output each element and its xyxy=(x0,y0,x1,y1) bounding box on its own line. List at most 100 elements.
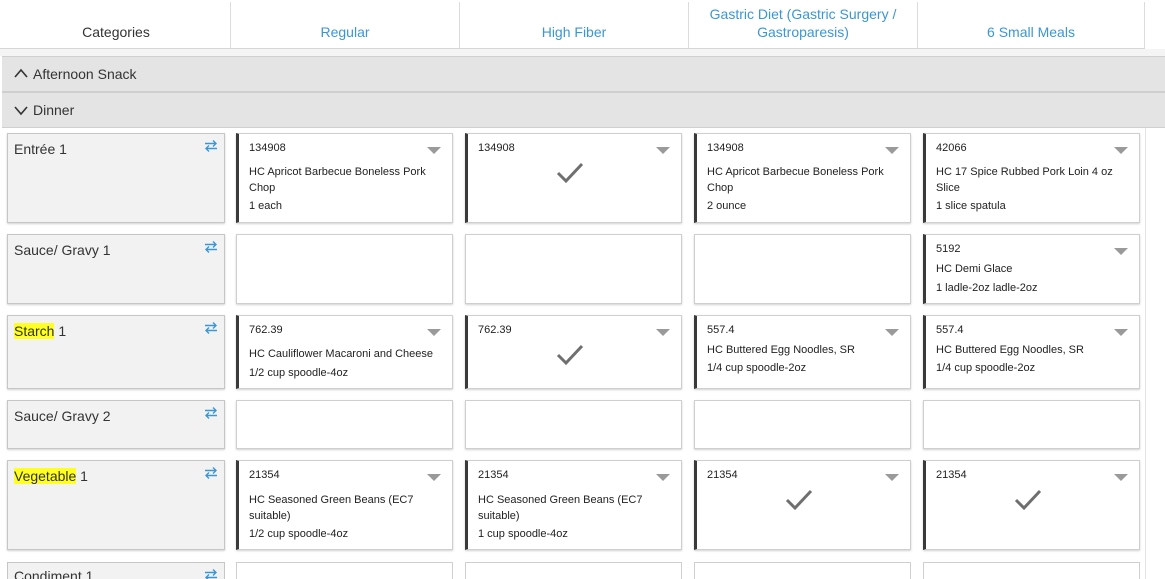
menu-item-card[interactable]: 21354 xyxy=(923,460,1140,550)
menu-item-card[interactable]: 42066 HC 17 Spice Rubbed Pork Loin 4 oz … xyxy=(923,133,1140,223)
item-code: 5192 xyxy=(936,243,961,255)
group-afternoon-snack[interactable]: Afternoon Snack xyxy=(2,56,1165,92)
header-diet-gastric[interactable]: Gastric Diet (Gastric Surgery / Gastropa… xyxy=(689,2,918,48)
menu-item-card[interactable]: 762.39 xyxy=(465,315,682,389)
category-label: Starch 1 xyxy=(14,323,66,339)
caret-down-icon[interactable] xyxy=(656,329,670,336)
menu-item-card[interactable]: 134908 HC Apricot Barbecue Boneless Pork… xyxy=(694,133,911,223)
empty-item-slot[interactable] xyxy=(236,234,453,304)
category-label: Sauce/ Gravy 2 xyxy=(14,408,111,424)
caret-down-icon[interactable] xyxy=(656,474,670,481)
header-band xyxy=(0,49,1165,56)
empty-item-slot[interactable] xyxy=(694,562,911,579)
header-diet-regular[interactable]: Regular xyxy=(231,2,460,48)
chevron-down-icon xyxy=(14,106,28,116)
category-vegetable-1: Vegetable 1 xyxy=(7,460,225,550)
swap-arrows-icon[interactable] xyxy=(204,139,218,153)
category-label-suffix: 1 xyxy=(76,468,88,484)
group-label: Dinner xyxy=(33,102,75,118)
item-portion: 1 slice spatula xyxy=(936,200,1006,212)
item-portion: 1/2 cup spoodle-4oz xyxy=(249,367,349,379)
menu-item-card[interactable]: 21354 HC Seasoned Green Beans (EC7 suita… xyxy=(465,460,682,550)
highlight-mark: Vegetable xyxy=(14,468,77,484)
item-code: 134908 xyxy=(707,142,744,154)
category-label-suffix: 1 xyxy=(54,323,67,339)
checkmark-icon xyxy=(556,344,584,366)
swap-arrows-icon[interactable] xyxy=(204,406,218,420)
category-label: Sauce/ Gravy 1 xyxy=(14,242,111,258)
menu-item-card[interactable]: 134908 xyxy=(465,133,682,223)
item-portion: 1/4 cup spoodle-2oz xyxy=(707,362,807,374)
swap-arrows-icon[interactable] xyxy=(204,568,218,579)
menu-item-card[interactable]: 21354 HC Seasoned Green Beans (EC7 suita… xyxy=(236,460,453,550)
empty-item-slot[interactable] xyxy=(465,562,682,579)
empty-item-slot[interactable] xyxy=(923,562,1140,579)
chevron-up-icon xyxy=(14,68,28,78)
caret-down-icon[interactable] xyxy=(427,147,441,154)
category-entree-1: Entrée 1 xyxy=(7,133,225,223)
item-portion: 1/2 cup spoodle-4oz xyxy=(249,528,349,540)
item-name: HC Demi Glace xyxy=(936,263,1013,275)
item-name: HC Cauliflower Macaroni and Cheese xyxy=(249,348,434,360)
menu-item-card[interactable]: 21354 xyxy=(694,460,911,550)
item-code: 134908 xyxy=(249,142,286,154)
item-code: 134908 xyxy=(478,142,515,154)
header-diet-six-small-meals[interactable]: 6 Small Meals xyxy=(918,2,1145,48)
right-gutter xyxy=(1145,128,1165,579)
category-starch-1: Starch 1 xyxy=(7,315,225,389)
item-name: HC Apricot Barbecue Boneless Pork Chop xyxy=(707,166,884,194)
category-condiment-1: Condiment 1 xyxy=(7,562,225,579)
item-name: HC Apricot Barbecue Boneless Pork Chop xyxy=(249,166,426,194)
menu-item-card[interactable]: 557.4 HC Buttered Egg Noodles, SR 1/4 cu… xyxy=(694,315,911,389)
empty-item-slot[interactable] xyxy=(465,234,682,304)
category-sauce-gravy-2: Sauce/ Gravy 2 xyxy=(7,400,225,449)
caret-down-icon[interactable] xyxy=(885,147,899,154)
item-portion: 1 each xyxy=(249,200,283,212)
item-code: 42066 xyxy=(936,142,967,154)
menu-item-card[interactable]: 5192 HC Demi Glace 1 ladle-2oz ladle-2oz xyxy=(923,234,1140,304)
item-portion: 2 ounce xyxy=(707,200,747,212)
caret-down-icon[interactable] xyxy=(1114,248,1128,255)
item-name: HC Buttered Egg Noodles, SR xyxy=(936,344,1084,356)
header-diet-high-fiber[interactable]: High Fiber xyxy=(460,2,689,48)
menu-item-card[interactable]: 762.39 HC Cauliflower Macaroni and Chees… xyxy=(236,315,453,389)
empty-item-slot[interactable] xyxy=(236,562,453,579)
category-label: Condiment 1 xyxy=(14,568,94,579)
swap-arrows-icon[interactable] xyxy=(204,466,218,480)
caret-down-icon[interactable] xyxy=(1114,147,1128,154)
item-code: 21354 xyxy=(707,469,738,481)
empty-item-slot[interactable] xyxy=(236,400,453,449)
category-label: Vegetable 1 xyxy=(14,468,88,484)
checkmark-icon xyxy=(785,489,813,511)
header-categories: Categories xyxy=(2,2,231,48)
empty-item-slot[interactable] xyxy=(465,400,682,449)
item-code: 762.39 xyxy=(249,324,283,336)
caret-down-icon[interactable] xyxy=(885,474,899,481)
item-code: 557.4 xyxy=(707,324,735,336)
group-label: Afternoon Snack xyxy=(33,66,137,82)
caret-down-icon[interactable] xyxy=(1114,329,1128,336)
item-name: HC 17 Spice Rubbed Pork Loin 4 oz Slice xyxy=(936,166,1113,194)
category-sauce-gravy-1: Sauce/ Gravy 1 xyxy=(7,234,225,304)
caret-down-icon[interactable] xyxy=(656,147,670,154)
caret-down-icon[interactable] xyxy=(885,329,899,336)
item-code: 762.39 xyxy=(478,324,512,336)
empty-item-slot[interactable] xyxy=(694,234,911,304)
item-code: 21354 xyxy=(478,469,509,481)
empty-item-slot[interactable] xyxy=(694,400,911,449)
item-portion: 1 cup spoodle-4oz xyxy=(478,528,568,540)
category-label: Entrée 1 xyxy=(14,141,67,157)
item-code: 557.4 xyxy=(936,324,964,336)
item-name: HC Seasoned Green Beans (EC7 suitable) xyxy=(249,494,414,522)
menu-item-card[interactable]: 134908 HC Apricot Barbecue Boneless Pork… xyxy=(236,133,453,223)
caret-down-icon[interactable] xyxy=(427,474,441,481)
menu-item-card[interactable]: 557.4 HC Buttered Egg Noodles, SR 1/4 cu… xyxy=(923,315,1140,389)
item-portion: 1 ladle-2oz ladle-2oz xyxy=(936,282,1038,294)
group-dinner[interactable]: Dinner xyxy=(2,92,1165,128)
empty-item-slot[interactable] xyxy=(923,400,1140,449)
swap-arrows-icon[interactable] xyxy=(204,321,218,335)
item-code: 21354 xyxy=(249,469,280,481)
caret-down-icon[interactable] xyxy=(427,329,441,336)
swap-arrows-icon[interactable] xyxy=(204,240,218,254)
caret-down-icon[interactable] xyxy=(1114,474,1128,481)
